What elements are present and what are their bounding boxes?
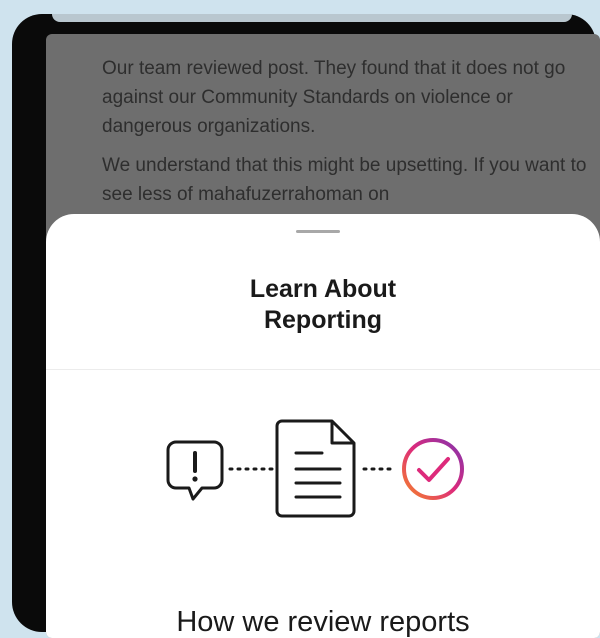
review-result-text: Our team reviewed post. They found that … — [102, 58, 566, 137]
reporting-illustration — [166, 419, 464, 518]
how-we-review-heading: How we review reports — [176, 606, 470, 638]
bottom-sheet: Learn About Reporting How we review repo… — [46, 214, 600, 638]
exclamation-speech-bubble-icon — [166, 440, 224, 501]
sheet-drag-handle[interactable] — [296, 230, 340, 233]
divider — [46, 369, 600, 370]
background-report-message: Our team reviewed post. They found that … — [102, 54, 592, 219]
screen: Our team reviewed post. They found that … — [46, 34, 600, 638]
document-icon — [275, 419, 356, 518]
upsetting-notice-text: We understand that this might be upsetti… — [102, 155, 587, 205]
sheet-title: Learn About Reporting — [249, 275, 397, 334]
phone-frame: Our team reviewed post. They found that … — [12, 14, 600, 638]
checkmark-circle-icon — [402, 438, 464, 500]
top-edge-strip — [52, 14, 572, 22]
